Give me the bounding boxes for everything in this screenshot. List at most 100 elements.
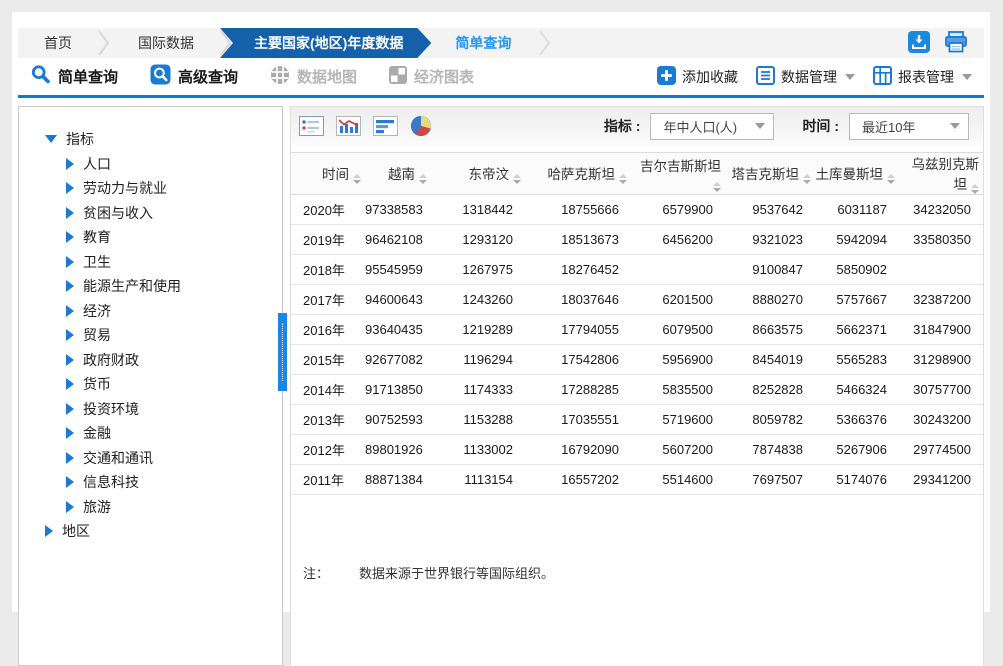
column-header-label: 时间	[322, 167, 349, 182]
tree-root-indicators[interactable]: 指标	[19, 127, 282, 152]
time-cell: 2015年	[291, 345, 365, 375]
tree-item[interactable]: 贫困与收入	[19, 201, 282, 226]
sort-icon[interactable]	[713, 182, 721, 192]
page: 首页 国际数据 主要国家(地区)年度数据 简单查询 简单查询	[12, 12, 990, 612]
table-row: 2016年93640435121928917794055607950086635…	[291, 315, 983, 345]
list-view-icon[interactable]	[299, 116, 324, 136]
tree-item[interactable]: 交通和通讯	[19, 446, 282, 471]
data-manage-icon	[756, 66, 775, 88]
value-cell: 6079500	[631, 315, 725, 345]
value-cell: 94600643	[365, 285, 431, 315]
value-cell: 91713850	[365, 375, 431, 405]
data-map-label: 数据地图	[297, 66, 357, 87]
value-cell	[899, 255, 983, 285]
sort-icon[interactable]	[887, 174, 895, 184]
sort-icon[interactable]	[353, 174, 361, 184]
value-cell: 1318442	[431, 195, 525, 225]
triangle-right-icon	[66, 501, 74, 513]
tree-item-label: 交通和通讯	[83, 448, 153, 468]
tree-item[interactable]: 经济	[19, 299, 282, 324]
column-header[interactable]: 越南	[365, 153, 431, 195]
breadcrumb-active-annual-data[interactable]: 主要国家(地区)年度数据	[220, 28, 431, 58]
tree-root-regions[interactable]: 地区	[19, 519, 282, 544]
value-cell: 1133002	[431, 435, 525, 465]
column-header[interactable]: 哈萨克斯坦	[525, 153, 631, 195]
table-row: 2011年88871384111315416557202551460076975…	[291, 465, 983, 495]
tree-item[interactable]: 能源生产和使用	[19, 274, 282, 299]
value-cell: 5466324	[815, 375, 899, 405]
add-favorite-button[interactable]: 添加收藏	[657, 66, 738, 88]
column-header[interactable]: 东帝汶	[431, 153, 525, 195]
time-cell: 2013年	[291, 405, 365, 435]
print-icon[interactable]	[944, 31, 968, 53]
tree-item[interactable]: 金融	[19, 421, 282, 446]
breadcrumb-home[interactable]: 首页	[18, 28, 98, 58]
value-cell: 5956900	[631, 345, 725, 375]
tree-item-label: 贫困与收入	[83, 203, 153, 223]
panel-splitter-handle[interactable]	[278, 313, 287, 391]
triangle-down-icon	[45, 135, 57, 143]
value-cell: 17542806	[525, 345, 631, 375]
sort-icon[interactable]	[419, 174, 427, 184]
advanced-query-button[interactable]: 高级查询	[150, 64, 238, 89]
column-header[interactable]: 塔吉克斯坦	[725, 153, 815, 195]
search-icon	[30, 64, 51, 89]
tree-item-label: 人口	[83, 154, 111, 174]
simple-query-button[interactable]: 简单查询	[30, 64, 118, 89]
tree-item[interactable]: 人口	[19, 152, 282, 177]
value-cell: 7697507	[725, 465, 815, 495]
value-cell: 5366376	[815, 405, 899, 435]
tree-item[interactable]: 投资环境	[19, 397, 282, 422]
pie-view-icon[interactable]	[410, 115, 432, 137]
sort-icon[interactable]	[513, 174, 521, 184]
sort-icon[interactable]	[803, 174, 811, 184]
time-cell: 2018年	[291, 255, 365, 285]
value-cell: 92677082	[365, 345, 431, 375]
bar-view-icon[interactable]	[373, 116, 398, 136]
column-header-label: 乌兹别克斯坦	[912, 157, 980, 192]
value-cell: 29341200	[899, 465, 983, 495]
value-cell: 90752593	[365, 405, 431, 435]
econ-chart-icon	[389, 66, 407, 88]
triangle-right-icon	[66, 427, 74, 439]
sort-icon[interactable]	[971, 184, 979, 194]
value-cell: 5514600	[631, 465, 725, 495]
tree-item[interactable]: 卫生	[19, 250, 282, 275]
time-select[interactable]: 最近10年	[849, 113, 969, 140]
triangle-right-icon	[66, 158, 74, 170]
value-cell: 18513673	[525, 225, 631, 255]
tree-item[interactable]: 劳动力与就业	[19, 176, 282, 201]
value-cell: 9100847	[725, 255, 815, 285]
simple-query-label: 简单查询	[58, 66, 118, 87]
tree-item[interactable]: 贸易	[19, 323, 282, 348]
breadcrumb-simple-query[interactable]: 简单查询	[431, 28, 539, 58]
tree-item[interactable]: 旅游	[19, 495, 282, 520]
time-filter-label: 时间 :	[802, 116, 839, 136]
tree-item-label: 政府财政	[83, 350, 139, 370]
time-cell: 2014年	[291, 375, 365, 405]
econ-chart-button: 经济图表	[389, 66, 474, 88]
value-cell: 5174076	[815, 465, 899, 495]
add-favorite-label: 添加收藏	[682, 67, 738, 87]
column-header[interactable]: 吉尔吉斯斯坦	[631, 153, 725, 195]
column-header[interactable]: 乌兹别克斯坦	[899, 153, 983, 195]
breadcrumb-international-data[interactable]: 国际数据	[112, 28, 220, 58]
value-cell: 6579900	[631, 195, 725, 225]
tree-item-label: 教育	[83, 227, 111, 247]
tree-item[interactable]: 货币	[19, 372, 282, 397]
tree-item[interactable]: 政府财政	[19, 348, 282, 373]
value-cell: 1293120	[431, 225, 525, 255]
tree-item[interactable]: 信息科技	[19, 470, 282, 495]
download-icon[interactable]	[908, 31, 930, 53]
sort-icon[interactable]	[619, 174, 627, 184]
chart-view-icon[interactable]	[336, 116, 361, 136]
column-header[interactable]: 时间	[291, 153, 365, 195]
report-manage-menu[interactable]: 报表管理	[873, 66, 972, 88]
data-manage-menu[interactable]: 数据管理	[756, 66, 855, 88]
value-cell: 30243200	[899, 405, 983, 435]
time-cell: 2020年	[291, 195, 365, 225]
value-cell: 1243260	[431, 285, 525, 315]
column-header[interactable]: 土库曼斯坦	[815, 153, 899, 195]
tree-item[interactable]: 教育	[19, 225, 282, 250]
indicator-select[interactable]: 年中人口(人)	[650, 113, 774, 140]
